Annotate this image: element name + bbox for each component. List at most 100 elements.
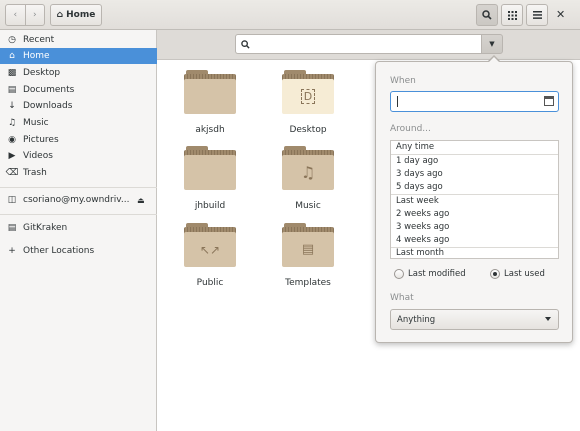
back-button[interactable]: ‹ xyxy=(6,5,25,25)
sidebar-item-label: Music xyxy=(23,118,49,128)
navigation-buttons: ‹ › xyxy=(5,4,45,26)
trash-icon: ⌫ xyxy=(5,167,19,178)
text-cursor xyxy=(397,96,398,107)
sidebar-item-music[interactable]: ♫ Music xyxy=(0,115,157,131)
video-icon: ▶ xyxy=(8,150,16,161)
radio-indicator xyxy=(394,269,404,279)
search-filter-dropdown-button[interactable]: ▼ xyxy=(481,34,503,54)
music-folder-icon: ♫ xyxy=(282,146,334,190)
home-icon: ⌂ xyxy=(56,10,64,20)
search-button[interactable] xyxy=(476,4,498,26)
drive-icon: ◫ xyxy=(7,194,17,205)
folder-item-templates[interactable]: ▤ Templates xyxy=(268,223,348,288)
music-icon: ♫ xyxy=(7,117,17,128)
close-icon[interactable]: ✕ xyxy=(556,8,565,21)
download-icon: ↓ xyxy=(8,100,16,111)
when-label: When xyxy=(390,76,416,86)
triangle-down-icon: ▼ xyxy=(489,40,495,48)
sidebar-item-downloads[interactable]: ↓ Downloads xyxy=(0,98,157,114)
sidebar: ◷ Recent ⌂ Home ▩ Desktop ▤ Documents ↓ … xyxy=(0,30,157,431)
sidebar-item-other-locations[interactable]: + Other Locations xyxy=(0,243,157,259)
radio-label: Last used xyxy=(504,269,545,279)
path-home-button[interactable]: ⌂ Home xyxy=(50,4,102,26)
header-bar: ‹ › ⌂ Home ✕ xyxy=(0,0,580,30)
forward-button[interactable]: › xyxy=(24,5,45,25)
sidebar-item-videos[interactable]: ▶ Videos xyxy=(0,148,157,164)
sidebar-divider xyxy=(0,187,157,188)
folder-item-public[interactable]: ↖↗ Public xyxy=(170,223,250,288)
radio-last-used[interactable]: Last used xyxy=(490,269,545,279)
list-item[interactable]: Last week xyxy=(391,195,558,208)
sidebar-item-gitkraken[interactable]: ▤ GitKraken xyxy=(0,220,157,236)
view-grid-button[interactable] xyxy=(501,4,523,26)
date-input[interactable] xyxy=(390,91,559,112)
folder-label: Music xyxy=(295,201,321,211)
around-label: Around... xyxy=(390,124,431,134)
sidebar-item-documents[interactable]: ▤ Documents xyxy=(0,82,157,98)
clock-icon: ◷ xyxy=(8,34,16,45)
what-dropdown[interactable]: Anything xyxy=(390,309,559,330)
sidebar-item-label: Recent xyxy=(23,35,55,45)
list-item[interactable]: Any time xyxy=(391,141,558,154)
folder-label: Desktop xyxy=(289,125,327,135)
list-item[interactable]: 3 weeks ago xyxy=(391,221,558,234)
sidebar-item-label: Trash xyxy=(23,168,47,178)
search-input[interactable] xyxy=(235,34,481,54)
sidebar-item-pictures[interactable]: ◉ Pictures xyxy=(0,132,157,148)
folder-label: akjsdh xyxy=(195,125,225,135)
sidebar-item-desktop[interactable]: ▩ Desktop xyxy=(0,65,157,81)
radio-label: Last modified xyxy=(408,269,466,279)
what-dropdown-value: Anything xyxy=(397,314,436,325)
folder-icon xyxy=(184,70,236,114)
popover-arrow-inner xyxy=(488,57,500,63)
radio-last-modified[interactable]: Last modified xyxy=(394,269,466,279)
chevron-left-icon: ‹ xyxy=(13,10,18,20)
folder-item-music[interactable]: ♫ Music xyxy=(268,146,348,211)
folder-item-jhbuild[interactable]: jhbuild xyxy=(170,146,250,211)
menu-button[interactable] xyxy=(526,4,548,26)
sidebar-item-home[interactable]: ⌂ Home xyxy=(0,48,157,64)
folder-item-akjsdh[interactable]: akjsdh xyxy=(170,70,250,135)
sidebar-item-trash[interactable]: ⌫ Trash xyxy=(0,165,157,181)
plus-icon: + xyxy=(8,245,16,256)
list-item[interactable]: 4 weeks ago xyxy=(391,234,558,247)
folder-icon: ▤ xyxy=(7,222,17,233)
sidebar-item-label: Pictures xyxy=(23,135,59,145)
templates-folder-icon: ▤ xyxy=(282,223,334,267)
home-icon: ⌂ xyxy=(9,50,15,61)
sidebar-item-recent[interactable]: ◷ Recent xyxy=(0,32,157,48)
list-item[interactable]: 2 weeks ago xyxy=(391,208,558,221)
list-item[interactable]: 1 day ago xyxy=(391,155,558,168)
chevron-down-icon xyxy=(545,317,551,321)
grid-icon xyxy=(507,10,517,20)
desktop-icon: ▩ xyxy=(7,67,17,78)
calendar-icon[interactable] xyxy=(544,96,554,106)
hamburger-icon xyxy=(532,11,542,19)
list-item[interactable]: 3 days ago xyxy=(391,168,558,181)
sidebar-item-network-drive[interactable]: ◫ csoriano@my.owndriv... xyxy=(0,192,157,208)
eject-icon[interactable]: ⏏ xyxy=(137,196,145,205)
sidebar-item-label: Other Locations xyxy=(23,246,95,256)
document-icon: ▤ xyxy=(7,84,17,95)
folder-item-desktop[interactable]: D Desktop xyxy=(268,70,348,135)
list-item[interactable]: Last month xyxy=(391,247,558,260)
desktop-folder-icon: D xyxy=(282,70,334,114)
sidebar-divider xyxy=(0,214,157,215)
sidebar-item-label: Documents xyxy=(23,85,75,95)
folder-label: Public xyxy=(196,278,224,288)
camera-icon: ◉ xyxy=(8,134,16,145)
chevron-right-icon: › xyxy=(32,10,37,20)
folder-label: jhbuild xyxy=(194,201,226,211)
search-icon xyxy=(241,39,250,49)
what-label: What xyxy=(390,293,414,303)
sidebar-item-label: Desktop xyxy=(23,68,61,78)
sidebar-item-label: Downloads xyxy=(23,101,73,111)
search-filter-popover: When Around... Any time 1 day ago 3 days… xyxy=(375,61,573,343)
search-icon xyxy=(482,10,492,20)
folder-label: Templates xyxy=(285,278,331,288)
list-item[interactable]: 5 days ago xyxy=(391,181,558,194)
sidebar-item-label: Home xyxy=(23,51,50,61)
sidebar-item-label: GitKraken xyxy=(23,223,68,233)
folder-icon xyxy=(184,146,236,190)
sidebar-item-label: Videos xyxy=(23,151,53,161)
